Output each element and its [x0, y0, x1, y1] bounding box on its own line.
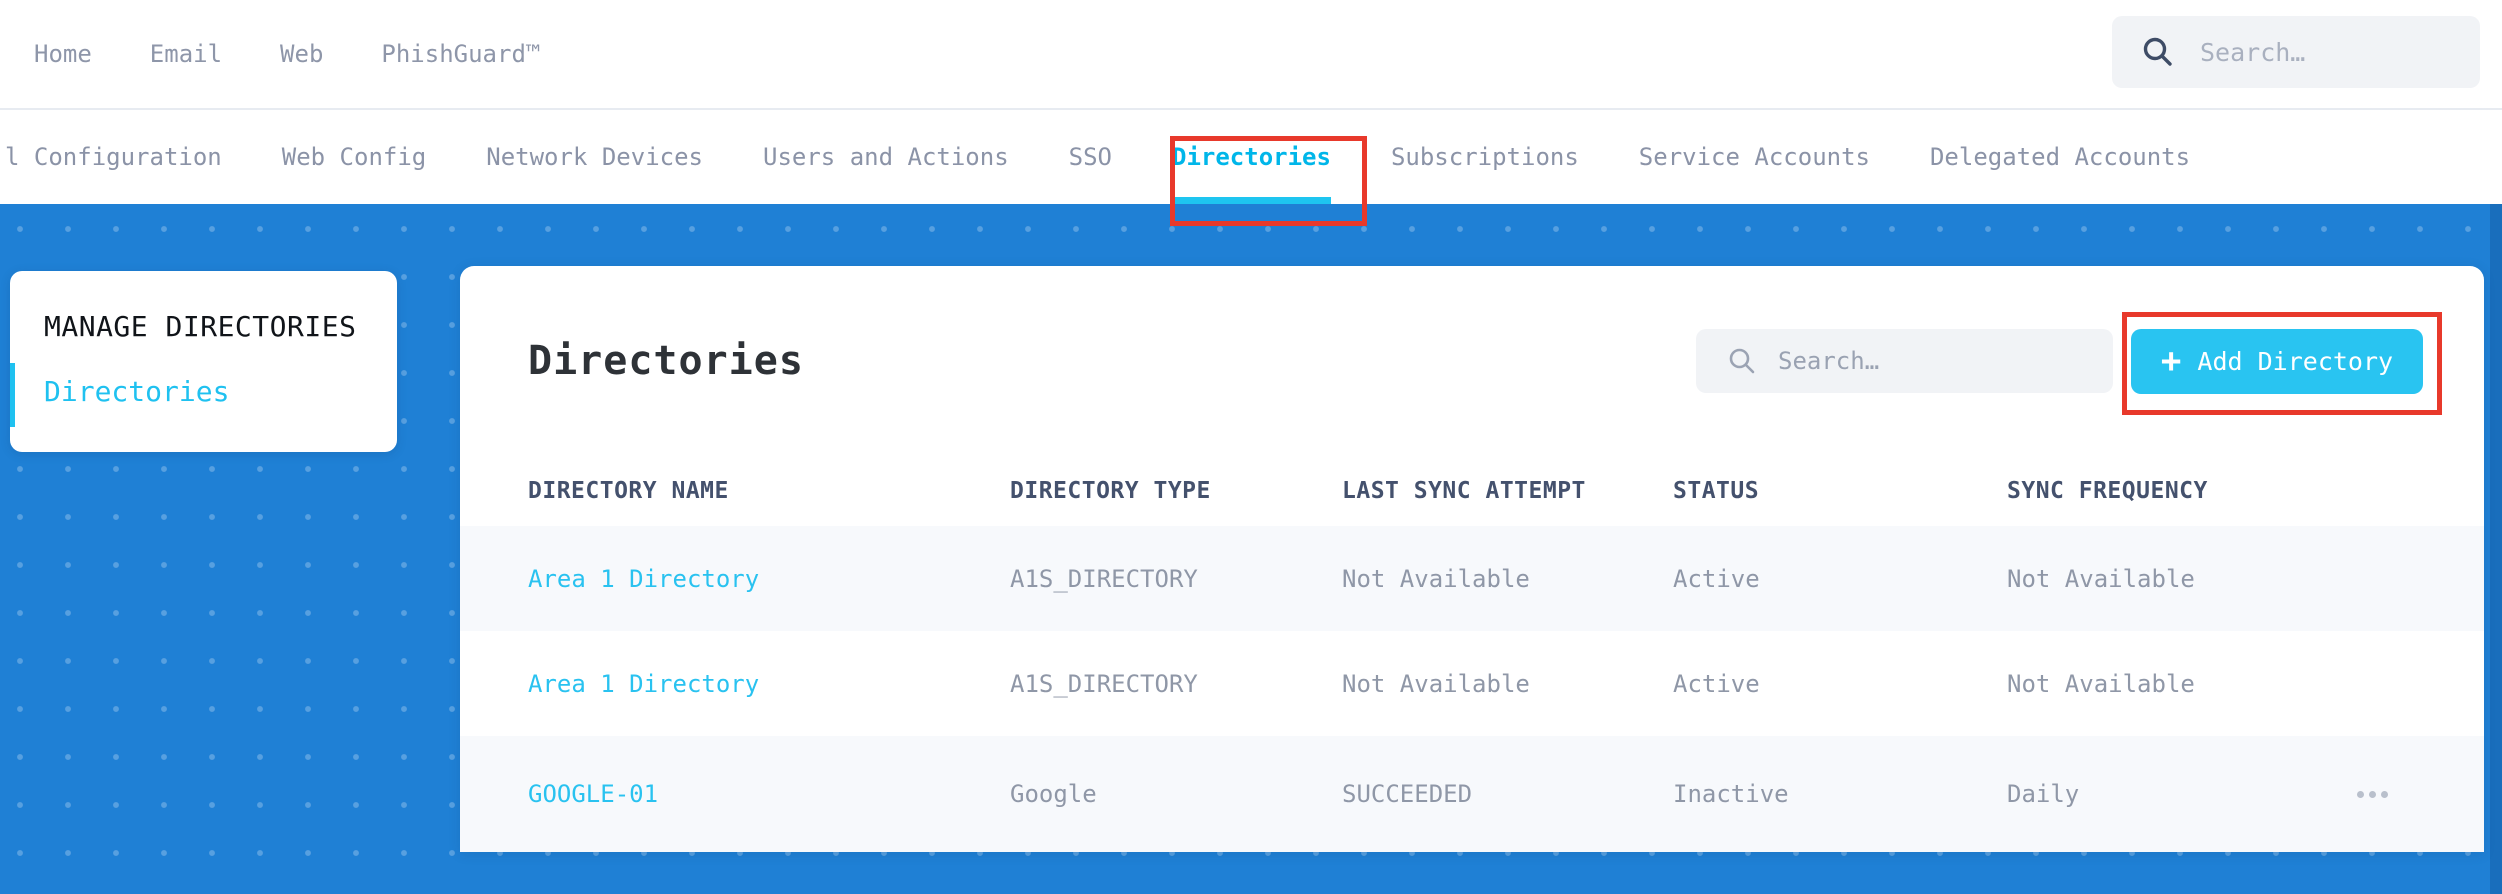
page-title: Directories [528, 338, 804, 384]
table-row: Area 1 Directory A1S_DIRECTORY Not Avail… [460, 631, 2484, 736]
top-navigation-bar: Home Email Web PhishGuard™ Search… [0, 0, 2502, 110]
table-row: GOOGLE-01 Google SUCCEEDED Inactive Dail… [460, 736, 2484, 852]
directory-name-link[interactable]: Area 1 Directory [528, 565, 1010, 593]
settings-tab-bar: l Configuration Web Config Network Devic… [0, 110, 2502, 204]
nav-item-home[interactable]: Home [34, 40, 92, 68]
panel-header: Directories Search… + Add Directory [460, 266, 2484, 456]
tab-service-accounts[interactable]: Service Accounts [1639, 110, 1870, 204]
sidebar-item-directories[interactable]: Directories [44, 375, 397, 408]
tab-sso[interactable]: SSO [1069, 110, 1112, 204]
add-directory-button[interactable]: + Add Directory [2131, 329, 2423, 394]
nav-item-phishguard[interactable]: PhishGuard™ [381, 40, 540, 68]
status-cell: Active [1673, 565, 2007, 593]
directory-type-cell: Google [1010, 780, 1342, 808]
tab-directories[interactable]: Directories [1172, 110, 1331, 204]
column-header-directory-name: DIRECTORY NAME [528, 478, 1010, 504]
directory-type-cell: A1S_DIRECTORY [1010, 670, 1342, 698]
sidebar-active-indicator [10, 363, 15, 427]
status-cell: Inactive [1673, 780, 2007, 808]
tab-email-configuration[interactable]: l Configuration [5, 110, 222, 204]
page-background: MANAGE DIRECTORIES Directories Directori… [0, 204, 2502, 894]
column-header-directory-type: DIRECTORY TYPE [1010, 478, 1342, 504]
directory-name-link[interactable]: GOOGLE-01 [528, 780, 1010, 808]
global-search-input[interactable]: Search… [2112, 16, 2480, 88]
nav-item-web[interactable]: Web [280, 40, 323, 68]
scrollbar[interactable] [2490, 204, 2502, 894]
last-sync-attempt-cell: Not Available [1342, 670, 1673, 698]
column-header-status: STATUS [1673, 478, 2007, 504]
column-header-sync-frequency: SYNC FREQUENCY [2007, 478, 2416, 504]
row-more-options-icon[interactable] [2357, 791, 2388, 798]
search-placeholder: Search… [2200, 38, 2305, 67]
sync-frequency-cell: Not Available [2007, 565, 2195, 593]
sidebar-heading: MANAGE DIRECTORIES [44, 309, 397, 345]
sync-frequency-cell: Daily [2007, 780, 2079, 808]
directories-panel: Directories Search… + Add Directory DIRE… [460, 266, 2484, 852]
tab-web-config[interactable]: Web Config [282, 110, 427, 204]
column-header-last-sync-attempt: LAST SYNC ATTEMPT [1342, 478, 1673, 504]
sync-frequency-cell: Not Available [2007, 670, 2195, 698]
tab-delegated-accounts[interactable]: Delegated Accounts [1930, 110, 2190, 204]
manage-directories-sidebar: MANAGE DIRECTORIES Directories [10, 271, 397, 452]
search-placeholder: Search… [1778, 347, 1879, 375]
directories-search-input[interactable]: Search… [1696, 329, 2113, 393]
last-sync-attempt-cell: Not Available [1342, 565, 1673, 593]
status-cell: Active [1673, 670, 2007, 698]
directory-name-link[interactable]: Area 1 Directory [528, 670, 1010, 698]
add-directory-label: Add Directory [2197, 347, 2393, 376]
last-sync-attempt-cell: SUCCEEDED [1342, 780, 1673, 808]
search-icon [1726, 345, 1758, 377]
tab-subscriptions[interactable]: Subscriptions [1391, 110, 1579, 204]
tab-network-devices[interactable]: Network Devices [486, 110, 703, 204]
table-row: Area 1 Directory A1S_DIRECTORY Not Avail… [460, 526, 2484, 631]
plus-icon: + [2161, 344, 2181, 378]
tab-users-and-actions[interactable]: Users and Actions [763, 110, 1009, 204]
table-header-row: DIRECTORY NAME DIRECTORY TYPE LAST SYNC … [460, 456, 2484, 526]
search-icon [2140, 34, 2176, 70]
directory-type-cell: A1S_DIRECTORY [1010, 565, 1342, 593]
nav-item-email[interactable]: Email [150, 40, 222, 68]
